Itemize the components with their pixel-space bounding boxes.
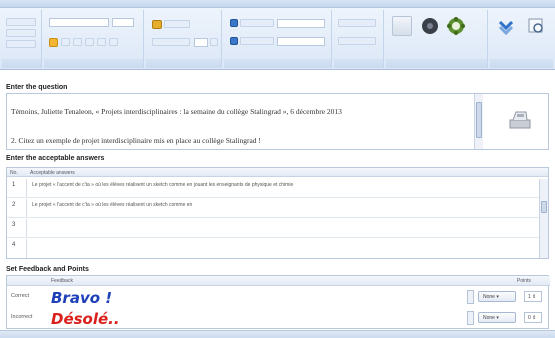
answer-row-text[interactable]: Le projet « l'accent de c'ta » où les él…: [32, 202, 532, 208]
answer-row-number: 1: [7, 179, 27, 197]
copy-button[interactable]: [6, 29, 36, 37]
bold-button[interactable]: [61, 38, 70, 46]
attempts-button[interactable]: [338, 37, 376, 45]
feedback-correct-points[interactable]: 1 ⇕: [524, 291, 542, 302]
feedback-mode-button[interactable]: [240, 19, 274, 27]
feedback-incorrect-scroll[interactable]: [467, 311, 474, 325]
feedback-correct-branch[interactable]: None ▾: [478, 291, 516, 302]
clipboard-group-label: [2, 59, 41, 68]
feedback-correct-text[interactable]: Bravo !: [51, 289, 112, 307]
question-editor[interactable]: Témoins, Juliette Tenaleon, « Projets in…: [6, 93, 549, 150]
font-group-label: [44, 59, 143, 68]
feedback-incorrect-points-value: 0: [528, 315, 531, 321]
feedback-col-points: Points: [517, 278, 531, 284]
window-title-bar: [0, 0, 555, 8]
audio-icon[interactable]: [420, 16, 440, 36]
feedback-incorrect-text[interactable]: Désolé..: [51, 310, 120, 328]
ribbon-toolbar: [0, 8, 555, 70]
video-icon[interactable]: [446, 16, 466, 36]
insert-group: [386, 10, 488, 68]
preview-group-label: [490, 59, 553, 68]
feedback-table: Feedback Points Correct Bravo ! None ▾ 1…: [6, 275, 550, 329]
answer-row-3[interactable]: 3: [7, 219, 539, 238]
answers-scrollbar[interactable]: [539, 179, 548, 258]
feedback-col-feedback: Feedback: [51, 278, 73, 284]
branching-combo[interactable]: [277, 37, 325, 46]
indent-value-combo[interactable]: [194, 38, 208, 47]
feedback-correct-points-value: 1: [528, 294, 531, 300]
picture-icon[interactable]: [392, 16, 412, 36]
branching-icon: [230, 37, 238, 45]
feedback-correct-branch-value: None: [483, 294, 495, 300]
paragraph-group-label: [146, 59, 221, 68]
feedback-incorrect-points[interactable]: 0 ⇕: [524, 312, 542, 323]
feedback-icon: [230, 19, 238, 27]
options-group-label: [334, 59, 383, 68]
question-text-line-1[interactable]: Témoins, Juliette Tenaleon, « Projets in…: [11, 107, 342, 116]
status-bar: [0, 330, 555, 338]
answer-row-4[interactable]: 4: [7, 239, 539, 258]
feedback-mode-combo[interactable]: [277, 19, 325, 28]
font-color-icon[interactable]: [49, 38, 58, 47]
feedback-row-correct[interactable]: Correct Bravo ! None ▾ 1 ⇕: [7, 288, 550, 307]
branching-button[interactable]: [240, 37, 274, 45]
score-button[interactable]: [338, 19, 376, 27]
question-scrollbar[interactable]: [474, 94, 483, 149]
superscript-button[interactable]: [97, 38, 106, 46]
bullets-button[interactable]: [164, 20, 190, 28]
answer-row-number: 3: [7, 219, 27, 237]
feedback-row-incorrect[interactable]: Incorrect Désolé.. None ▾ 0 ⇕: [7, 309, 550, 328]
feedback-table-header: Feedback Points: [7, 276, 550, 286]
answers-section-title: Enter the acceptable answers: [0, 153, 555, 164]
indent-control[interactable]: [152, 38, 190, 46]
answer-row-text[interactable]: Le projet « l'accent de c'ta » où les él…: [32, 182, 532, 188]
question-media-icon[interactable]: [507, 106, 533, 132]
underline-button[interactable]: [85, 38, 94, 46]
answer-row-number: 2: [7, 199, 27, 217]
feedback-correct-label: Correct: [11, 293, 30, 299]
answer-row-1[interactable]: 1 Le projet « l'accent de c'ta » où les …: [7, 179, 539, 198]
italic-button[interactable]: [73, 38, 82, 46]
answers-scroll-thumb[interactable]: [541, 201, 547, 213]
feedback-group-label: [224, 59, 331, 68]
font-size-combo[interactable]: [112, 18, 134, 27]
format-icon[interactable]: [496, 16, 516, 36]
feedback-incorrect-label: Incorrect: [11, 314, 33, 320]
bullets-icon[interactable]: [152, 20, 162, 29]
feedback-settings-group: [224, 10, 332, 68]
insert-group-label: [386, 59, 487, 68]
answer-row-2[interactable]: 2 Le projet « l'accent de c'ta » où les …: [7, 199, 539, 218]
options-group: [334, 10, 384, 68]
indent-spinner[interactable]: [210, 38, 218, 46]
question-text-line-2[interactable]: 2. Citez un exemple de projet interdisci…: [11, 136, 261, 145]
paste-button[interactable]: [6, 40, 36, 48]
question-scroll-thumb[interactable]: [476, 102, 482, 138]
feedback-section-title: Set Feedback and Points: [0, 264, 555, 275]
answers-col-num: No.: [7, 168, 27, 177]
font-group: [44, 10, 144, 68]
preview-group: [490, 10, 553, 68]
subscript-button[interactable]: [109, 38, 118, 46]
font-name-combo[interactable]: [49, 18, 109, 27]
cut-button[interactable]: [6, 18, 36, 26]
answers-col-answer: Acceptable answers: [27, 168, 548, 177]
answer-row-number: 4: [7, 239, 27, 258]
feedback-correct-scroll[interactable]: [467, 290, 474, 304]
answers-table: No. Acceptable answers 1 Le projet « l'a…: [6, 167, 549, 259]
feedback-incorrect-branch-value: None: [483, 315, 495, 321]
question-section-title: Enter the question: [0, 82, 555, 93]
clipboard-group: [2, 10, 42, 68]
preview-icon[interactable]: [526, 16, 546, 36]
feedback-incorrect-branch[interactable]: None ▾: [478, 312, 516, 323]
paragraph-group: [146, 10, 222, 68]
